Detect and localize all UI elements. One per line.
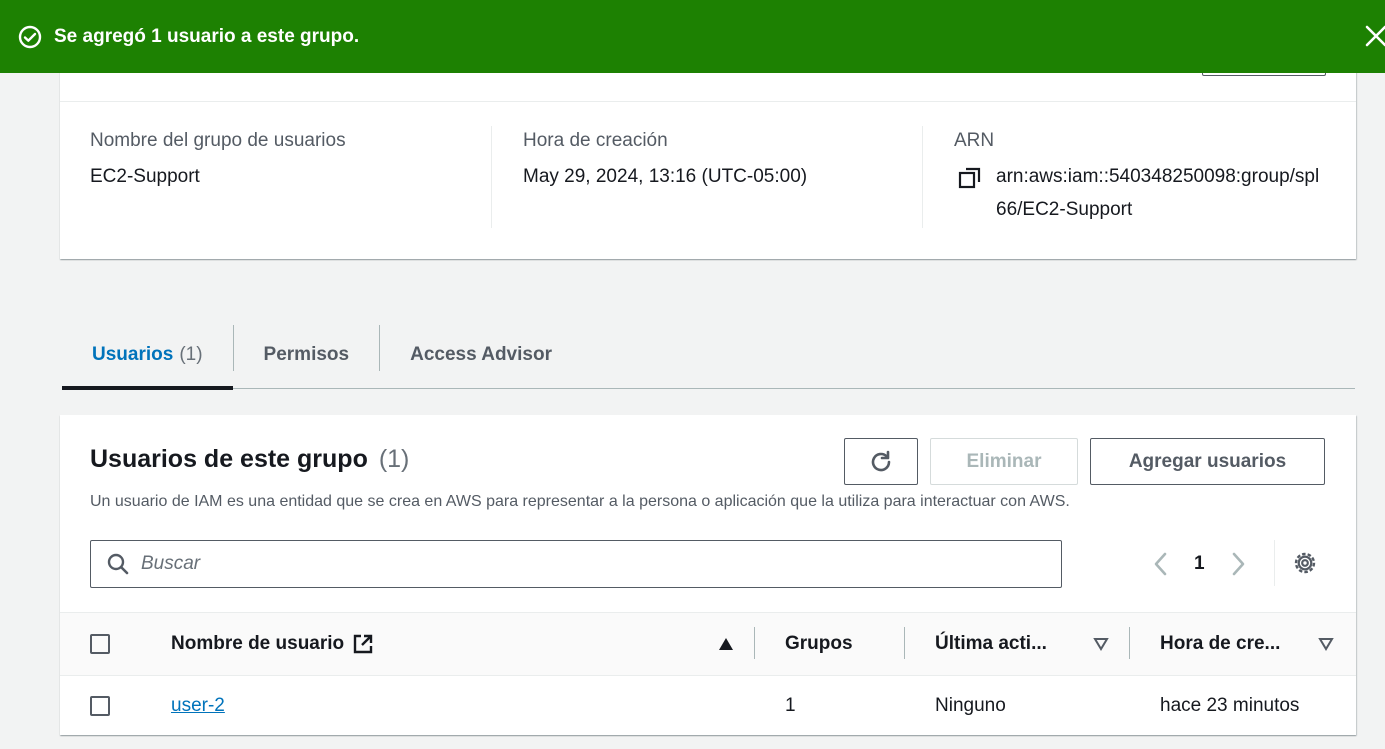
select-all-cell <box>60 613 140 676</box>
creation-time-label: Hora de creación <box>523 130 668 151</box>
group-name-field: Nombre del grupo de usuarios EC2-Support <box>90 126 492 228</box>
search-icon <box>107 553 129 575</box>
column-groups-label: Grupos <box>785 633 853 654</box>
tab-permissions-label: Permisos <box>263 344 350 365</box>
tab-access-advisor-label: Access Advisor <box>410 344 552 365</box>
pagination: 1 <box>1150 547 1249 581</box>
gear-icon[interactable] <box>1292 550 1318 576</box>
arn-field: ARN arn:aws:iam::540348250098:group/spl6… <box>954 126 1334 228</box>
search-box <box>90 540 1062 588</box>
search-input[interactable] <box>141 553 1041 575</box>
success-flash-banner: Se agregó 1 usuario a este grupo. <box>0 0 1385 73</box>
check-circle-icon <box>18 25 42 48</box>
column-creation-time-label: Hora de cre... <box>1160 633 1281 654</box>
select-all-checkbox[interactable] <box>90 633 110 654</box>
tab-permissions[interactable]: Permisos <box>234 322 380 388</box>
table-header-row: Nombre de usuario Grupos Última acti... … <box>60 612 1356 676</box>
copy-icon[interactable] <box>958 166 982 190</box>
column-header-last-activity[interactable]: Última acti... <box>904 613 1129 676</box>
column-last-activity-label: Última acti... <box>935 633 1047 654</box>
creation-time-cell: hace 23 minutos <box>1160 694 1300 716</box>
column-separator <box>904 627 905 659</box>
panel-title: Usuarios de este grupo (1) <box>90 445 409 474</box>
delete-button[interactable]: Eliminar <box>930 438 1078 485</box>
refresh-icon <box>871 450 891 471</box>
page-number[interactable]: 1 <box>1194 553 1205 575</box>
flash-message: Se agregó 1 usuario a este grupo. <box>54 25 360 47</box>
groups-cell: 1 <box>785 694 796 716</box>
pagination-separator <box>1274 540 1275 586</box>
creation-time-value: May 29, 2024, 13:16 (UTC-05:00) <box>523 166 808 187</box>
sort-icon[interactable] <box>1318 636 1334 652</box>
users-table: Nombre de usuario Grupos Última acti... … <box>60 612 1356 736</box>
user-link[interactable]: user-2 <box>171 695 225 716</box>
group-name-value: EC2-Support <box>90 166 200 187</box>
column-header-creation-time[interactable]: Hora de cre... <box>1129 613 1356 676</box>
chevron-right-icon[interactable] <box>1227 549 1249 579</box>
group-name-label: Nombre del grupo de usuarios <box>90 130 346 151</box>
group-summary-card: Nombre del grupo de usuarios EC2-Support… <box>60 60 1356 259</box>
tab-access-advisor[interactable]: Access Advisor <box>380 322 582 388</box>
column-username-label: Nombre de usuario <box>171 633 345 654</box>
row-select-cell <box>60 676 140 736</box>
panel-title-count: (1) <box>378 445 410 473</box>
divider <box>60 101 1356 102</box>
username-cell: user-2 <box>140 676 754 736</box>
tab-users-label: Usuarios <box>92 344 174 365</box>
table-row: user-2 1 Ninguno hace 23 minutos <box>60 676 1356 736</box>
column-header-username[interactable]: Nombre de usuario <box>140 613 754 676</box>
arn-value: arn:aws:iam::540348250098:group/spl66/EC… <box>996 166 1320 220</box>
chevron-left-icon[interactable] <box>1150 549 1172 579</box>
close-icon[interactable] <box>1361 22 1385 50</box>
last-activity-cell: Ninguno <box>935 694 1006 716</box>
column-header-groups[interactable]: Grupos <box>754 613 904 676</box>
sort-ascending-icon[interactable] <box>718 636 734 652</box>
arn-label: ARN <box>954 130 995 151</box>
external-link-icon <box>353 634 373 654</box>
refresh-button[interactable] <box>844 438 918 485</box>
column-separator <box>1129 627 1130 659</box>
row-checkbox[interactable] <box>90 695 110 716</box>
creation-time-field: Hora de creación May 29, 2024, 13:16 (UT… <box>523 126 923 228</box>
add-users-button[interactable]: Agregar usuarios <box>1090 438 1325 485</box>
sort-icon[interactable] <box>1093 636 1109 652</box>
tab-users[interactable]: Usuarios (1) <box>62 322 233 390</box>
panel-description: Un usuario de IAM es una entidad que se … <box>90 493 1070 510</box>
column-separator <box>754 627 755 659</box>
group-tabs: Usuarios (1) Permisos Access Advisor <box>62 322 1355 390</box>
tab-users-count: (1) <box>179 344 203 365</box>
group-users-panel: Usuarios de este grupo (1) Eliminar Agre… <box>60 415 1356 735</box>
panel-title-text: Usuarios de este grupo <box>90 445 368 473</box>
